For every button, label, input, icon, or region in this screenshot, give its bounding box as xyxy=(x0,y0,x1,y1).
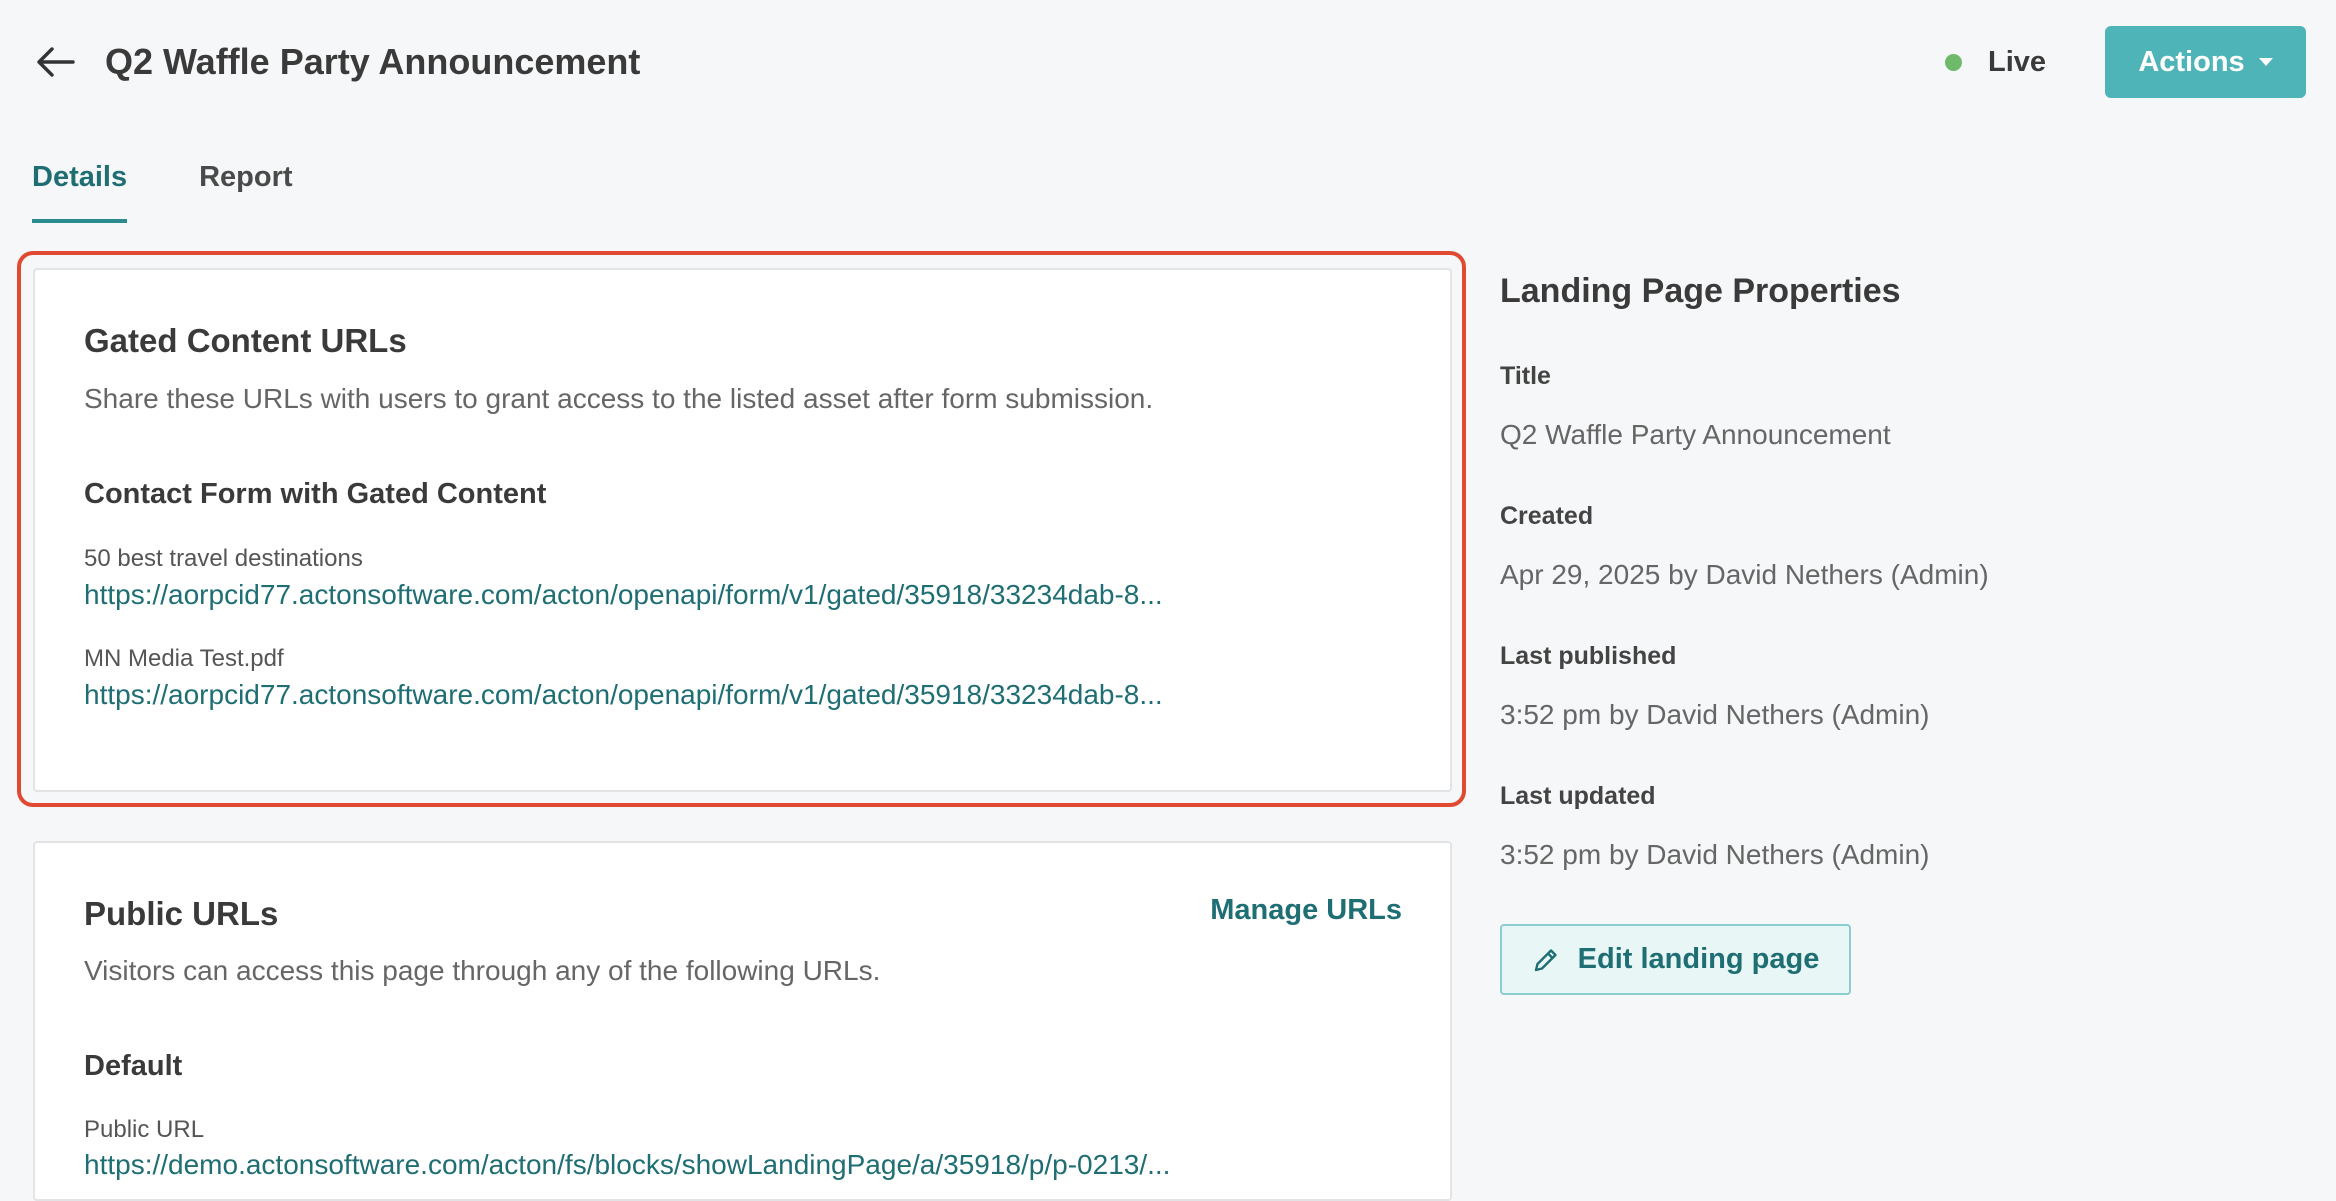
pencil-icon xyxy=(1534,948,1557,971)
arrow-left-icon xyxy=(37,47,75,77)
caret-down-icon xyxy=(2258,58,2273,66)
prop-label-title: Title xyxy=(1500,362,1551,390)
status-label: Live xyxy=(1988,45,2047,78)
prop-label-last-updated: Last updated xyxy=(1500,782,1656,810)
tab-details[interactable]: Details xyxy=(32,155,128,223)
properties-heading: Landing Page Properties xyxy=(1500,272,1901,310)
back-button[interactable] xyxy=(30,38,82,86)
actions-label: Actions xyxy=(2138,45,2245,78)
public-card-title: Public URLs xyxy=(84,895,279,932)
prop-value-last-published: 3:52 pm by David Nethers (Admin) xyxy=(1500,699,1930,730)
public-section-title: Default xyxy=(84,1050,183,1082)
highlight-box xyxy=(17,251,1466,807)
page-header: Q2 Waffle Party Announcement Live Action… xyxy=(0,0,2336,125)
public-url-label: Public URL xyxy=(84,1116,205,1143)
page-title: Q2 Waffle Party Announcement xyxy=(105,41,641,82)
tab-bar: Details Report xyxy=(32,155,293,223)
prop-value-title: Q2 Waffle Party Announcement xyxy=(1500,419,1891,450)
prop-value-created: Apr 29, 2025 by David Nethers (Admin) xyxy=(1500,559,1989,590)
actions-button[interactable]: Actions xyxy=(2105,26,2306,98)
manage-urls-link[interactable]: Manage URLs xyxy=(1210,894,1402,927)
public-card-description: Visitors can access this page through an… xyxy=(84,955,881,986)
status-indicator: Live xyxy=(1945,40,2046,84)
prop-value-last-updated: 3:52 pm by David Nethers (Admin) xyxy=(1500,839,1930,870)
public-url-link[interactable]: https://demo.actonsoftware.com/acton/fs/… xyxy=(84,1149,1284,1181)
status-dot-icon xyxy=(1945,53,1962,71)
edit-landing-page-button[interactable]: Edit landing page xyxy=(1500,924,1851,995)
public-urls-card: Public URLs Manage URLs Visitors can acc… xyxy=(33,841,1452,1201)
prop-label-created: Created xyxy=(1500,502,1594,530)
edit-button-label: Edit landing page xyxy=(1577,943,1820,975)
tab-report[interactable]: Report xyxy=(199,155,292,223)
prop-label-last-published: Last published xyxy=(1500,642,1677,670)
